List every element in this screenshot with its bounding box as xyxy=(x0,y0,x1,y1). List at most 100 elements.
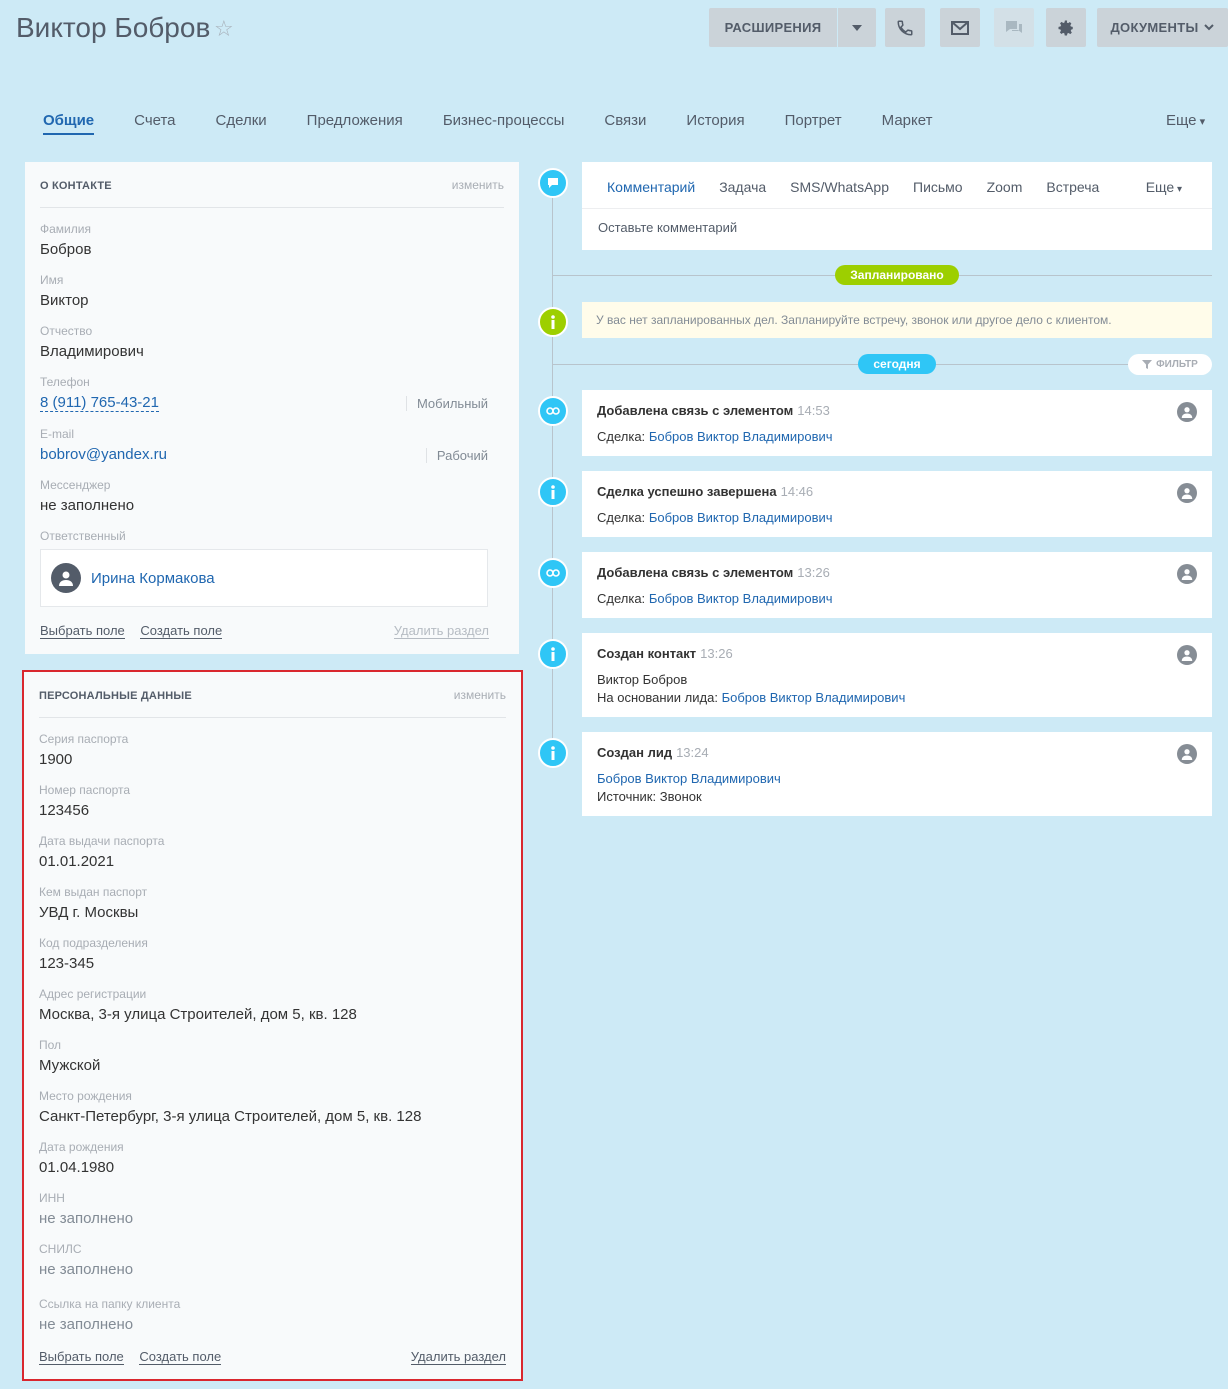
divider xyxy=(39,717,506,718)
field-label: СНИЛС xyxy=(39,1242,82,1256)
field-responsible: Ответственный xyxy=(40,529,504,545)
field-value: Санкт-Петербург, 3-я улица Строителей, д… xyxy=(39,1108,422,1125)
field-birth-place: Место рождения Санкт-Петербург, 3-я улиц… xyxy=(39,1089,506,1125)
tab-history[interactable]: История xyxy=(686,112,744,135)
user-avatar-icon xyxy=(1177,645,1197,665)
field-value: не заполнено xyxy=(39,1316,134,1333)
documents-label: ДОКУМЕНТЫ xyxy=(1110,20,1199,35)
composer-tab-sms[interactable]: SMS/WhatsApp xyxy=(790,179,889,195)
divider xyxy=(582,208,1212,209)
caret-down-icon xyxy=(852,24,862,31)
email-type: Рабочий xyxy=(425,448,488,463)
card-title: ПЕРСОНАЛЬНЫЕ ДАННЫЕ xyxy=(39,690,192,702)
field-label: Телефон xyxy=(40,375,90,389)
comment-input[interactable]: Оставьте комментарий xyxy=(598,220,737,235)
chat-button[interactable] xyxy=(994,8,1034,47)
settings-button[interactable] xyxy=(1046,8,1086,47)
user-avatar-icon xyxy=(1177,564,1197,584)
select-field-link[interactable]: Выбрать поле xyxy=(39,1349,124,1365)
today-label: сегодня xyxy=(858,354,936,374)
event-title: Создан лид 13:24 xyxy=(597,745,709,760)
card-footer: Выбрать поле Создать поле Удалить раздел xyxy=(40,623,504,639)
field-value: не заполнено xyxy=(40,497,135,514)
field-label: E-mail xyxy=(40,427,75,441)
info-icon xyxy=(538,307,568,337)
composer-tab-task[interactable]: Задача xyxy=(719,179,766,195)
filter-icon xyxy=(1142,360,1153,369)
event-detail: Сделка: Бобров Виктор Владимирович xyxy=(597,591,833,606)
select-field-link[interactable]: Выбрать поле xyxy=(40,623,125,639)
composer-tab-comment[interactable]: Комментарий xyxy=(607,179,695,195)
extensions-button[interactable]: РАСШИРЕНИЯ xyxy=(709,8,837,47)
field-client-folder-link: Ссылка на папку клиента не заполнено xyxy=(39,1297,506,1333)
composer-tab-meeting[interactable]: Встреча xyxy=(1046,179,1099,195)
deal-link[interactable]: Бобров Виктор Владимирович xyxy=(649,429,833,444)
create-field-link[interactable]: Создать поле xyxy=(139,1349,222,1365)
tab-relations[interactable]: Связи xyxy=(604,112,646,135)
tab-deals[interactable]: Сделки xyxy=(216,112,267,135)
tab-market[interactable]: Маркет xyxy=(882,112,933,135)
field-gender: Пол Мужской xyxy=(39,1038,506,1074)
card-footer: Выбрать поле Создать поле Удалить раздел xyxy=(39,1349,506,1365)
info-icon xyxy=(538,639,568,669)
timeline-event: Сделка успешно завершена 14:46 Сделка: Бо… xyxy=(582,471,1212,537)
tabs-more-button[interactable]: Еще xyxy=(1166,112,1205,129)
deal-link[interactable]: Бобров Виктор Владимирович xyxy=(649,510,833,525)
call-button[interactable] xyxy=(885,8,925,47)
field-phone: Телефон 8 (911) 765-43-21 Мобильный xyxy=(40,375,504,412)
star-icon[interactable]: ☆ xyxy=(214,16,234,42)
timeline-event: Добавлена связь с элементом 14:53 Сделка:… xyxy=(582,390,1212,456)
delete-section-link[interactable]: Удалить раздел xyxy=(393,623,489,639)
filter-button[interactable]: ФИЛЬТР xyxy=(1128,354,1212,375)
tab-invoices[interactable]: Счета xyxy=(134,112,175,135)
edit-link[interactable]: изменить xyxy=(452,178,504,192)
personal-data-card: ПЕРСОНАЛЬНЫЕ ДАННЫЕ изменить Серия паспо… xyxy=(22,670,523,1381)
create-field-link[interactable]: Создать поле xyxy=(140,623,223,639)
event-time: 13:24 xyxy=(676,745,709,760)
field-value: Бобров xyxy=(40,241,92,258)
field-label: ИНН xyxy=(39,1191,65,1205)
tab-quotes[interactable]: Предложения xyxy=(307,112,403,135)
page-title: Виктор Бобров xyxy=(16,12,211,43)
composer-tab-zoom[interactable]: Zoom xyxy=(987,179,1023,195)
contact-card: О КОНТАКТЕ изменить Фамилия Бобров Имя В… xyxy=(25,162,519,654)
card-title: О КОНТАКТЕ xyxy=(40,180,112,192)
event-time: 14:46 xyxy=(780,484,814,499)
lead-link[interactable]: Бобров Виктор Владимирович xyxy=(722,690,906,705)
tab-portrait[interactable]: Портрет xyxy=(785,112,842,135)
delete-section-link[interactable]: Удалить раздел xyxy=(410,1349,506,1365)
email-button[interactable] xyxy=(940,8,980,47)
field-value: УВД г. Москвы xyxy=(39,904,139,921)
field-inn: ИНН не заполнено xyxy=(39,1191,506,1227)
field-last-name: Фамилия Бобров xyxy=(40,222,504,258)
deal-link[interactable]: Бобров Виктор Владимирович xyxy=(649,591,833,606)
event-prefix: На основании лида: xyxy=(597,690,718,705)
edit-link[interactable]: изменить xyxy=(454,688,506,702)
extensions-dropdown-button[interactable] xyxy=(838,8,876,47)
field-label: Мессенджер xyxy=(40,478,111,492)
tab-general[interactable]: Общие xyxy=(43,112,95,135)
phone-link[interactable]: 8 (911) 765-43-21 xyxy=(40,394,159,412)
user-avatar-icon xyxy=(1177,402,1197,422)
composer-more-button[interactable]: Еще xyxy=(1146,179,1182,195)
field-label: Отчество xyxy=(40,324,93,338)
entity-tabs: Общие Счета Сделки Предложения Бизнес-пр… xyxy=(43,112,972,135)
lead-link[interactable]: Бобров Виктор Владимирович xyxy=(597,771,781,786)
field-messenger: Мессенджер не заполнено xyxy=(40,478,504,514)
info-icon xyxy=(538,477,568,507)
field-first-name: Имя Виктор xyxy=(40,273,504,309)
field-label: Кем выдан паспорт xyxy=(39,885,148,899)
field-value: 01.01.2021 xyxy=(39,853,115,870)
chevron-down-icon xyxy=(1204,24,1215,31)
documents-button[interactable]: ДОКУМЕНТЫ xyxy=(1097,8,1228,47)
field-passport-issuer: Кем выдан паспорт УВД г. Москвы xyxy=(39,885,506,921)
composer-tabs: Комментарий Задача SMS/WhatsApp Письмо Z… xyxy=(607,179,1123,195)
event-title-text: Создан контакт xyxy=(597,646,697,661)
responsible-name[interactable]: Ирина Кормакова xyxy=(91,570,215,587)
tab-business-processes[interactable]: Бизнес-процессы xyxy=(443,112,565,135)
composer-tab-email[interactable]: Письмо xyxy=(913,179,963,195)
responsible-box[interactable]: Ирина Кормакова xyxy=(40,549,488,607)
field-label: Серия паспорта xyxy=(39,732,129,746)
event-title: Сделка успешно завершена 14:46 xyxy=(597,484,813,499)
event-source: Источник: Звонок xyxy=(597,789,702,804)
